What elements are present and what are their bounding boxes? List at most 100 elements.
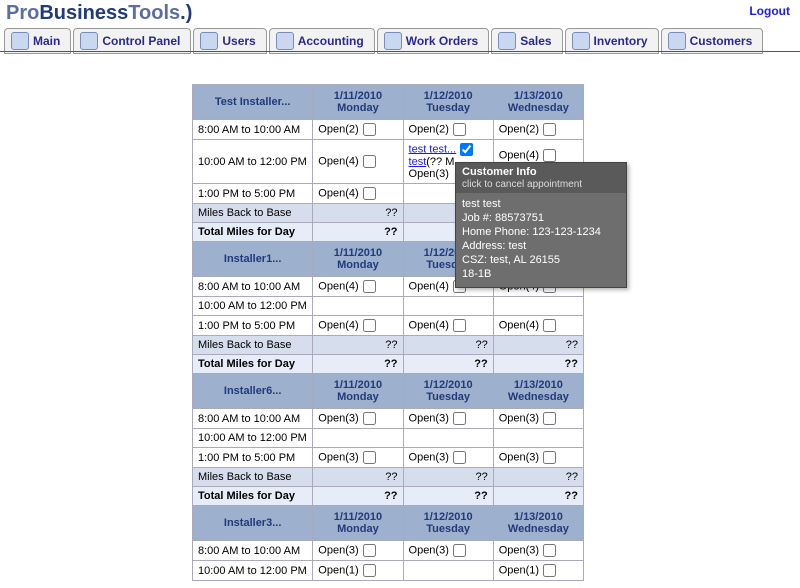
schedule-cell: Open(2) [493, 120, 583, 140]
date-header[interactable]: 1/11/2010Monday [313, 242, 403, 277]
slot-checkbox[interactable] [453, 544, 466, 557]
time-slot-label: 1:00 PM to 5:00 PM [193, 316, 313, 336]
slot-checkbox[interactable] [363, 280, 376, 293]
tooltip-job: Job #: 88573751 [462, 211, 620, 225]
slot-open-label: Open(4) [318, 155, 358, 167]
customer-info-tooltip[interactable]: Customer Info click to cancel appointmen… [455, 162, 627, 288]
date-header[interactable]: 1/13/2010Wednesday [493, 374, 583, 409]
slot-checkbox[interactable] [363, 564, 376, 577]
date-header[interactable]: 1/12/2010Tuesday [403, 374, 493, 409]
slot-checkbox[interactable] [453, 412, 466, 425]
slot-checkbox[interactable] [543, 123, 556, 136]
date-header-dow: Tuesday [409, 523, 488, 535]
schedule-row: 8:00 AM to 10:00 AMOpen(3)Open(3)Open(3) [193, 409, 584, 429]
schedule-cell: Open(2) [403, 120, 493, 140]
schedule-row: 10:00 AM to 12:00 PM [193, 297, 584, 316]
slot-open-label: Open(4) [499, 149, 539, 161]
slot-checkbox[interactable] [363, 451, 376, 464]
slot-checkbox[interactable] [363, 412, 376, 425]
logo-tail: .) [180, 2, 192, 24]
slot-checkbox[interactable] [543, 564, 556, 577]
slot-checkbox[interactable] [363, 123, 376, 136]
slot-open-label: Open(3) [409, 451, 449, 463]
date-header-dow: Tuesday [409, 102, 488, 114]
appointment-link[interactable]: test test... [409, 143, 457, 155]
slot-checkbox[interactable] [543, 412, 556, 425]
miles-back-row: Miles Back to Base?????? [193, 336, 584, 355]
miles-back-row: Miles Back to Base?????? [193, 468, 584, 487]
tooltip-name: test test [462, 197, 620, 211]
date-header[interactable]: 1/13/2010Wednesday [493, 506, 583, 541]
schedule-cell [403, 561, 493, 581]
logout-link[interactable]: Logout [749, 4, 790, 18]
slot-open-label: Open(4) [318, 280, 358, 292]
date-header-dow: Wednesday [499, 523, 578, 535]
date-header[interactable]: 1/11/2010Monday [313, 506, 403, 541]
schedule-row: 1:00 PM to 5:00 PMOpen(4)Open(4)Open(4) [193, 316, 584, 336]
miles-back-label: Miles Back to Base [193, 336, 313, 355]
schedule-cell: Open(3) [403, 409, 493, 429]
time-slot-label: 10:00 AM to 12:00 PM [193, 297, 313, 316]
slot-open-label: Open(1) [318, 564, 358, 576]
total-miles-value: ?? [403, 487, 493, 506]
time-slot-label: 10:00 AM to 12:00 PM [193, 561, 313, 581]
time-slot-label: 8:00 AM to 10:00 AM [193, 541, 313, 561]
schedule-cell: Open(3) [403, 448, 493, 468]
installer-header[interactable]: Test Installer... [193, 85, 313, 120]
installer-header[interactable]: Installer6... [193, 374, 313, 409]
slot-open-label: Open(3) [318, 544, 358, 556]
schedule-cell [313, 429, 403, 448]
date-header-dow: Monday [318, 259, 397, 271]
slot-checkbox[interactable] [543, 451, 556, 464]
date-header[interactable]: 1/12/2010Tuesday [403, 506, 493, 541]
slot-checkbox[interactable] [363, 187, 376, 200]
date-header[interactable]: 1/12/2010Tuesday [403, 85, 493, 120]
slot-open-label: Open(3) [409, 168, 449, 180]
nav-tab-label: Main [33, 34, 60, 48]
installer-header[interactable]: Installer1... [193, 242, 313, 277]
slot-checkbox[interactable] [543, 319, 556, 332]
total-miles-row: Total Miles for Day?????? [193, 355, 584, 374]
slot-open-label: Open(1) [499, 564, 539, 576]
date-header-date: 1/12/2010 [424, 511, 473, 523]
slot-open-label: Open(4) [318, 187, 358, 199]
date-header-date: 1/12/2010 [424, 379, 473, 391]
schedule-cell: Open(3) [493, 541, 583, 561]
nav-divider [0, 51, 800, 52]
miles-back-value: ?? [313, 336, 403, 355]
tooltip-header: Customer Info click to cancel appointmen… [456, 163, 626, 193]
schedule-cell: Open(4) [313, 184, 403, 204]
slot-checkbox[interactable] [363, 544, 376, 557]
tooltip-csz: CSZ: test, AL 26155 [462, 253, 620, 267]
installer-header[interactable]: Installer3... [193, 506, 313, 541]
date-header-date: 1/11/2010 [334, 90, 382, 102]
appointment-link[interactable]: test [409, 156, 427, 168]
slot-checkbox[interactable] [453, 319, 466, 332]
slot-checkbox[interactable] [543, 149, 556, 162]
date-header-dow: Wednesday [499, 102, 578, 114]
schedule-cell [313, 297, 403, 316]
slot-checkbox[interactable] [363, 155, 376, 168]
date-header[interactable]: 1/13/2010Wednesday [493, 85, 583, 120]
schedule-cell [493, 297, 583, 316]
miles-back-label: Miles Back to Base [193, 468, 313, 487]
time-slot-label: 8:00 AM to 10:00 AM [193, 409, 313, 429]
miles-back-value: ?? [313, 468, 403, 487]
accounting-icon [276, 32, 294, 50]
nav-tab-label: Customers [690, 34, 753, 48]
date-header[interactable]: 1/11/2010Monday [313, 374, 403, 409]
globe-icon [11, 32, 29, 50]
slot-checkbox[interactable] [363, 319, 376, 332]
slot-checkbox[interactable] [453, 451, 466, 464]
date-header-date: 1/11/2010 [334, 247, 382, 259]
slot-checkbox[interactable] [460, 143, 473, 156]
slot-checkbox[interactable] [543, 544, 556, 557]
slot-trail-text: (?? M [426, 156, 454, 168]
slot-open-label: Open(3) [499, 451, 539, 463]
date-header-dow: Tuesday [409, 391, 488, 403]
slot-checkbox[interactable] [453, 123, 466, 136]
schedule-area: Test Installer...1/11/2010Monday1/12/201… [192, 84, 584, 581]
date-header[interactable]: 1/11/2010Monday [313, 85, 403, 120]
slot-open-label: Open(3) [318, 451, 358, 463]
date-header-dow: Monday [318, 523, 397, 535]
